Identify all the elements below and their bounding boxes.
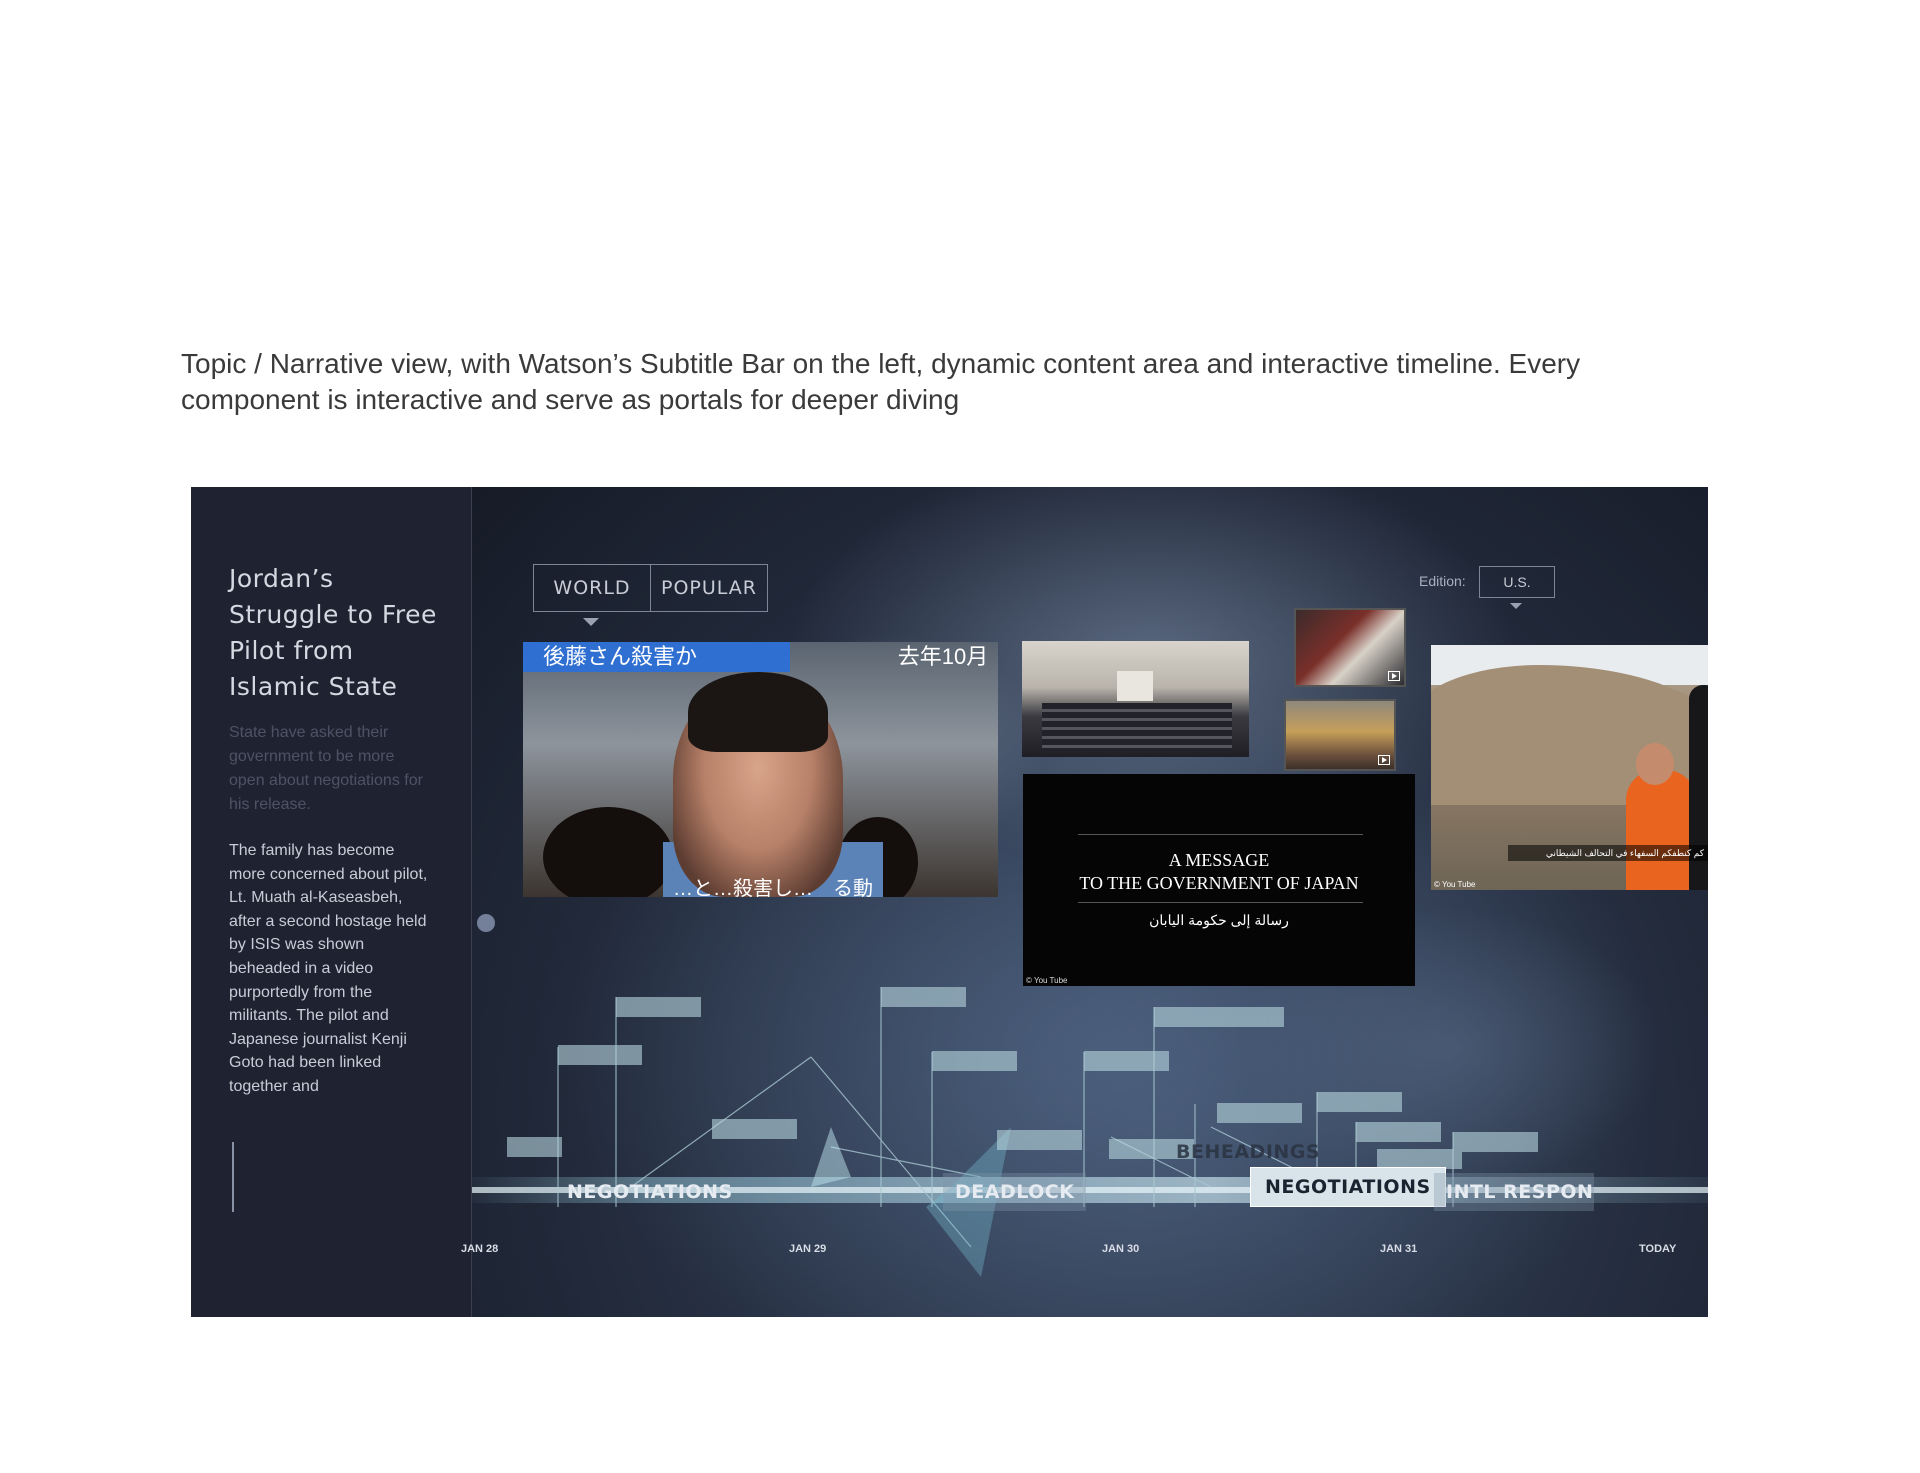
caption-line-2: component is interactive and serve as po… — [181, 384, 960, 415]
timeline-event-negotiations-active[interactable]: NEGOTIATIONS — [1250, 1167, 1446, 1207]
message-line-2: TO THE GOVERNMENT OF JAPAN — [1079, 873, 1359, 893]
section-tabs: WORLD POPULAR — [533, 564, 768, 612]
timeline-event-beheadings[interactable]: BEHEADINGS — [1176, 1141, 1320, 1163]
media-figure — [1626, 770, 1696, 890]
timeline-node-dot[interactable] — [477, 914, 495, 932]
youtube-credit: © You Tube — [1026, 976, 1068, 985]
video-play-icon — [1378, 755, 1390, 765]
media-figure — [1636, 743, 1674, 785]
active-tab-caret-icon — [583, 618, 599, 626]
media-card-protest[interactable] — [1294, 608, 1406, 687]
sidebar-timeline-tick — [232, 1142, 234, 1212]
news-banner-left: 後藤さん殺害か — [523, 642, 790, 672]
timeline-date-jan31[interactable]: JAN 31 — [1380, 1243, 1417, 1255]
news-subtitle: …と…殺害し… る動 — [673, 878, 873, 897]
subtitle-body-text: The family has become more concerned abo… — [229, 842, 428, 1095]
media-card-hostage-video[interactable]: كم كنطفكم السفهاء في التحالف الشيطاني © … — [1431, 645, 1708, 890]
timeline-date-jan29[interactable]: JAN 29 — [789, 1243, 826, 1255]
divider — [1078, 834, 1363, 835]
video-arabic-caption: كم كنطفكم السفهاء في التحالف الشيطاني — [1508, 845, 1708, 861]
media-card-family[interactable] — [1284, 699, 1396, 771]
edition-label: Edition: — [1419, 573, 1466, 589]
topic-title[interactable]: Jordan’s Struggle to Free Pilot from Isl… — [229, 561, 449, 705]
watson-subtitle-bar: Jordan’s Struggle to Free Pilot from Isl… — [191, 487, 472, 1317]
media-card-main-video[interactable]: 後藤さん殺害か 去年10月 …と…殺害し… る動 — [523, 642, 998, 897]
tab-world[interactable]: WORLD — [534, 565, 650, 611]
video-play-icon — [1388, 671, 1400, 681]
media-figure — [1117, 671, 1153, 701]
tab-popular[interactable]: POPULAR — [650, 565, 767, 611]
subtitle-faded-text: State have asked their government to be … — [229, 724, 423, 813]
media-figure — [543, 807, 673, 897]
media-figure — [1042, 703, 1232, 753]
message-line-1: A MESSAGE — [1168, 850, 1270, 870]
timeline-date-today[interactable]: TODAY — [1639, 1243, 1676, 1255]
news-banner-right: 去年10月 — [897, 644, 989, 669]
youtube-credit: © You Tube — [1434, 880, 1476, 889]
divider — [1078, 902, 1363, 903]
timeline-event-intl-response[interactable]: INTL RESPONSE — [1434, 1173, 1594, 1211]
timeline-date-jan28[interactable]: JAN 28 — [461, 1243, 498, 1255]
chevron-down-icon[interactable] — [1510, 603, 1522, 609]
timeline-event-negotiations[interactable]: NEGOTIATIONS — [567, 1181, 733, 1203]
message-arabic: رسالة إلى حكومة اليابان — [1149, 912, 1289, 928]
media-figure — [688, 672, 828, 752]
caption-line-1: Topic / Narrative view, with Watson’s Su… — [181, 348, 1581, 379]
media-card-church[interactable] — [1022, 641, 1249, 757]
timeline-date-jan30[interactable]: JAN 30 — [1102, 1243, 1139, 1255]
media-card-message-video[interactable]: A MESSAGE TO THE GOVERNMENT OF JAPAN رسا… — [1023, 774, 1415, 986]
timeline-event-deadlock[interactable]: DEADLOCK — [943, 1173, 1087, 1211]
app-frame: Jordan’s Struggle to Free Pilot from Isl… — [191, 487, 1708, 1317]
caption: Topic / Narrative view, with Watson’s Su… — [181, 346, 1661, 418]
edition-select[interactable]: U.S. — [1479, 566, 1555, 598]
